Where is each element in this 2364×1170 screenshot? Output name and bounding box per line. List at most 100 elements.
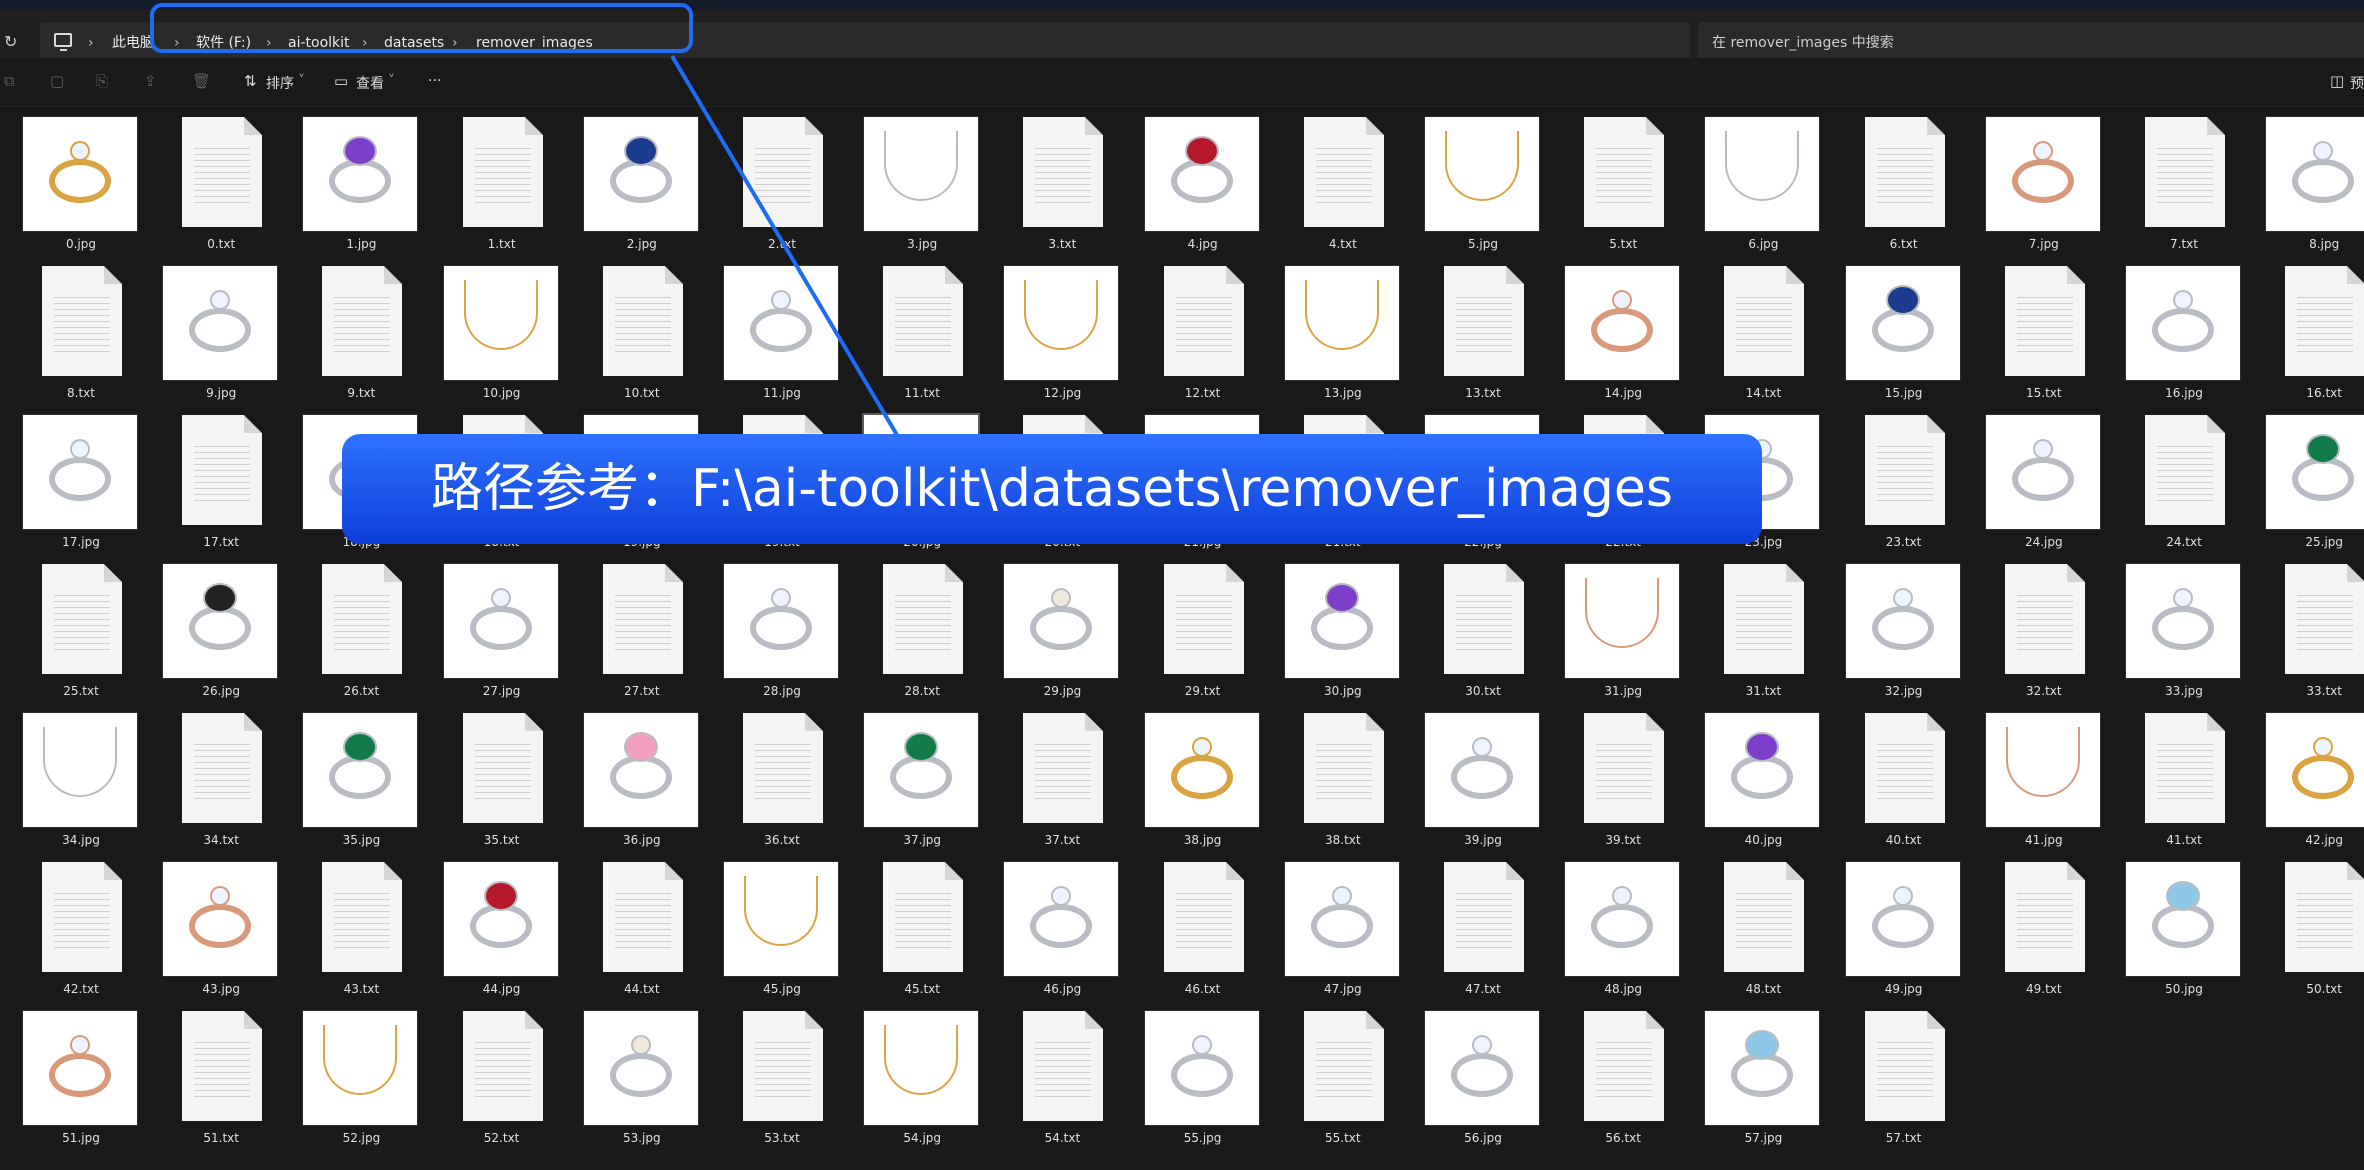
image-file-item[interactable]: 25.jpg bbox=[2243, 410, 2364, 559]
text-file-item[interactable]: 49.txt bbox=[1963, 857, 2103, 1006]
copy-icon[interactable]: ⧉ bbox=[4, 72, 15, 90]
image-file-item[interactable]: 13.jpg bbox=[1262, 261, 1402, 410]
text-file-item[interactable]: 39.txt bbox=[1542, 708, 1682, 857]
text-file-item[interactable]: 0.txt bbox=[140, 112, 280, 261]
text-file-item[interactable]: 41.txt bbox=[2103, 708, 2243, 857]
image-file-item[interactable]: 6.jpg bbox=[1682, 112, 1822, 261]
rename-icon[interactable]: ⎘ bbox=[96, 72, 108, 90]
preview-pane-button[interactable]: 预 bbox=[2350, 73, 2364, 93]
image-file-item[interactable]: 46.jpg bbox=[981, 857, 1121, 1006]
text-file-item[interactable]: 38.txt bbox=[1262, 708, 1402, 857]
text-file-item[interactable]: 25.txt bbox=[0, 559, 140, 708]
text-file-item[interactable]: 37.txt bbox=[981, 708, 1121, 857]
image-file-item[interactable]: 10.jpg bbox=[421, 261, 561, 410]
text-file-item[interactable]: 4.txt bbox=[1262, 112, 1402, 261]
text-file-item[interactable]: 46.txt bbox=[1122, 857, 1262, 1006]
image-file-item[interactable]: 8.jpg bbox=[2243, 112, 2364, 261]
image-file-item[interactable]: 54.jpg bbox=[841, 1006, 981, 1155]
preview-pane-icon[interactable]: ◫ bbox=[2330, 72, 2344, 90]
image-file-item[interactable]: 53.jpg bbox=[561, 1006, 701, 1155]
image-file-item[interactable]: 12.jpg bbox=[981, 261, 1121, 410]
image-file-item[interactable]: 55.jpg bbox=[1122, 1006, 1262, 1155]
text-file-item[interactable]: 14.txt bbox=[1682, 261, 1822, 410]
text-file-item[interactable]: 13.txt bbox=[1402, 261, 1542, 410]
text-file-item[interactable]: 56.txt bbox=[1542, 1006, 1682, 1155]
image-file-item[interactable]: 27.jpg bbox=[421, 559, 561, 708]
view-icon[interactable]: ▭ bbox=[334, 72, 348, 90]
text-file-item[interactable]: 29.txt bbox=[1122, 559, 1262, 708]
text-file-item[interactable]: 2.txt bbox=[701, 112, 841, 261]
image-file-item[interactable]: 38.jpg bbox=[1122, 708, 1262, 857]
image-file-item[interactable]: 5.jpg bbox=[1402, 112, 1542, 261]
more-options-button[interactable]: ··· bbox=[428, 73, 441, 89]
image-file-item[interactable]: 24.jpg bbox=[1963, 410, 2103, 559]
image-file-item[interactable]: 42.jpg bbox=[2243, 708, 2364, 857]
text-file-item[interactable]: 48.txt bbox=[1682, 857, 1822, 1006]
image-file-item[interactable]: 34.jpg bbox=[0, 708, 140, 857]
view-chevron-icon[interactable]: ˅ bbox=[388, 73, 395, 89]
text-file-item[interactable]: 3.txt bbox=[981, 112, 1121, 261]
text-file-item[interactable]: 40.txt bbox=[1823, 708, 1963, 857]
image-file-item[interactable]: 3.jpg bbox=[841, 112, 981, 261]
image-file-item[interactable]: 29.jpg bbox=[981, 559, 1121, 708]
text-file-item[interactable]: 23.txt bbox=[1823, 410, 1963, 559]
text-file-item[interactable]: 54.txt bbox=[981, 1006, 1121, 1155]
text-file-item[interactable]: 16.txt bbox=[2243, 261, 2364, 410]
text-file-item[interactable]: 17.txt bbox=[140, 410, 280, 559]
text-file-item[interactable]: 30.txt bbox=[1402, 559, 1542, 708]
sort-button[interactable]: 排序 bbox=[266, 73, 294, 93]
image-file-item[interactable]: 16.jpg bbox=[2103, 261, 2243, 410]
delete-icon[interactable]: 🗑 bbox=[192, 72, 211, 90]
text-file-item[interactable]: 44.txt bbox=[561, 857, 701, 1006]
image-file-item[interactable]: 1.jpg bbox=[280, 112, 420, 261]
text-file-item[interactable]: 33.txt bbox=[2243, 559, 2364, 708]
image-file-item[interactable]: 14.jpg bbox=[1542, 261, 1682, 410]
image-file-item[interactable]: 40.jpg bbox=[1682, 708, 1822, 857]
image-file-item[interactable]: 47.jpg bbox=[1262, 857, 1402, 1006]
text-file-item[interactable]: 36.txt bbox=[701, 708, 841, 857]
image-file-item[interactable]: 0.jpg bbox=[0, 112, 140, 261]
text-file-item[interactable]: 6.txt bbox=[1823, 112, 1963, 261]
text-file-item[interactable]: 11.txt bbox=[841, 261, 981, 410]
image-file-item[interactable]: 56.jpg bbox=[1402, 1006, 1542, 1155]
image-file-item[interactable]: 32.jpg bbox=[1823, 559, 1963, 708]
text-file-item[interactable]: 8.txt bbox=[0, 261, 140, 410]
image-file-item[interactable]: 41.jpg bbox=[1963, 708, 2103, 857]
sort-icon[interactable]: ⇅ bbox=[244, 72, 257, 90]
text-file-item[interactable]: 12.txt bbox=[1122, 261, 1262, 410]
text-file-item[interactable]: 27.txt bbox=[561, 559, 701, 708]
image-file-item[interactable]: 2.jpg bbox=[561, 112, 701, 261]
image-file-item[interactable]: 4.jpg bbox=[1122, 112, 1262, 261]
text-file-item[interactable]: 51.txt bbox=[140, 1006, 280, 1155]
text-file-item[interactable]: 57.txt bbox=[1823, 1006, 1963, 1155]
text-file-item[interactable]: 28.txt bbox=[841, 559, 981, 708]
image-file-item[interactable]: 52.jpg bbox=[280, 1006, 420, 1155]
image-file-item[interactable]: 7.jpg bbox=[1963, 112, 2103, 261]
image-file-item[interactable]: 30.jpg bbox=[1262, 559, 1402, 708]
image-file-item[interactable]: 31.jpg bbox=[1542, 559, 1682, 708]
image-file-item[interactable]: 36.jpg bbox=[561, 708, 701, 857]
text-file-item[interactable]: 31.txt bbox=[1682, 559, 1822, 708]
image-file-item[interactable]: 57.jpg bbox=[1682, 1006, 1822, 1155]
image-file-item[interactable]: 51.jpg bbox=[0, 1006, 140, 1155]
text-file-item[interactable]: 52.txt bbox=[421, 1006, 561, 1155]
image-file-item[interactable]: 43.jpg bbox=[140, 857, 280, 1006]
text-file-item[interactable]: 47.txt bbox=[1402, 857, 1542, 1006]
text-file-item[interactable]: 15.txt bbox=[1963, 261, 2103, 410]
paste-icon[interactable]: ▢ bbox=[50, 72, 64, 90]
image-file-item[interactable]: 49.jpg bbox=[1823, 857, 1963, 1006]
image-file-item[interactable]: 35.jpg bbox=[280, 708, 420, 857]
text-file-item[interactable]: 55.txt bbox=[1262, 1006, 1402, 1155]
image-file-item[interactable]: 28.jpg bbox=[701, 559, 841, 708]
text-file-item[interactable]: 26.txt bbox=[280, 559, 420, 708]
text-file-item[interactable]: 43.txt bbox=[280, 857, 420, 1006]
text-file-item[interactable]: 42.txt bbox=[0, 857, 140, 1006]
text-file-item[interactable]: 50.txt bbox=[2243, 857, 2364, 1006]
image-file-item[interactable]: 17.jpg bbox=[0, 410, 140, 559]
text-file-item[interactable]: 9.txt bbox=[280, 261, 420, 410]
refresh-icon[interactable]: ↻ bbox=[4, 32, 17, 51]
image-file-item[interactable]: 48.jpg bbox=[1542, 857, 1682, 1006]
image-file-item[interactable]: 37.jpg bbox=[841, 708, 981, 857]
view-button[interactable]: 查看 bbox=[356, 73, 384, 93]
text-file-item[interactable]: 5.txt bbox=[1542, 112, 1682, 261]
